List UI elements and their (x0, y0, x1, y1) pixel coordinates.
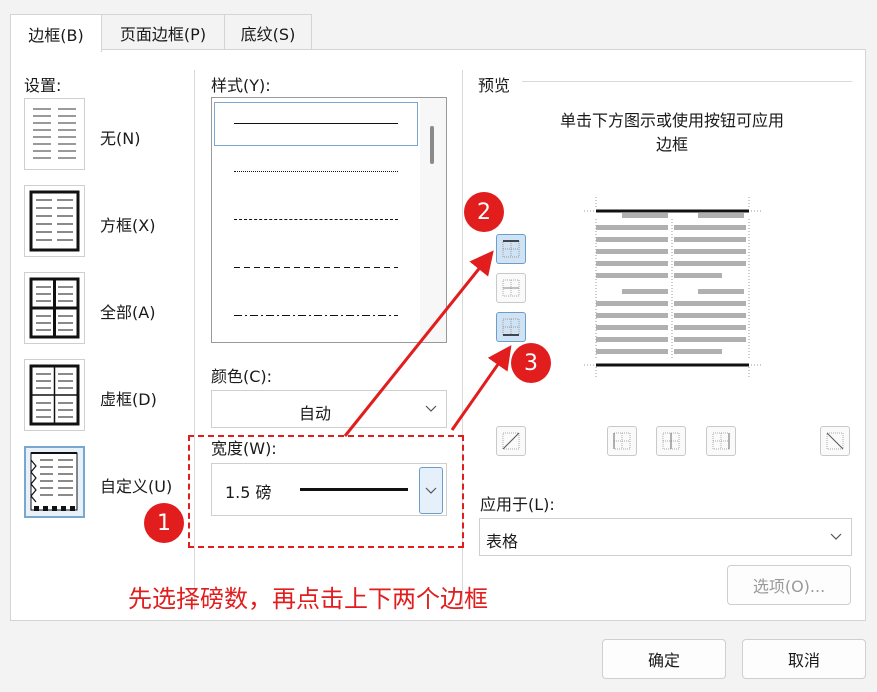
annotation-badge-1: 1 (144, 503, 184, 543)
tab-borders[interactable]: 边框(B) (10, 14, 102, 52)
annotation-badge-2: 2 (464, 192, 504, 232)
tab-label: 边框(B) (28, 25, 84, 45)
annotation-badge-3: 3 (511, 343, 551, 383)
annotation-note: 先选择磅数，再点击上下两个边框 (128, 585, 488, 613)
